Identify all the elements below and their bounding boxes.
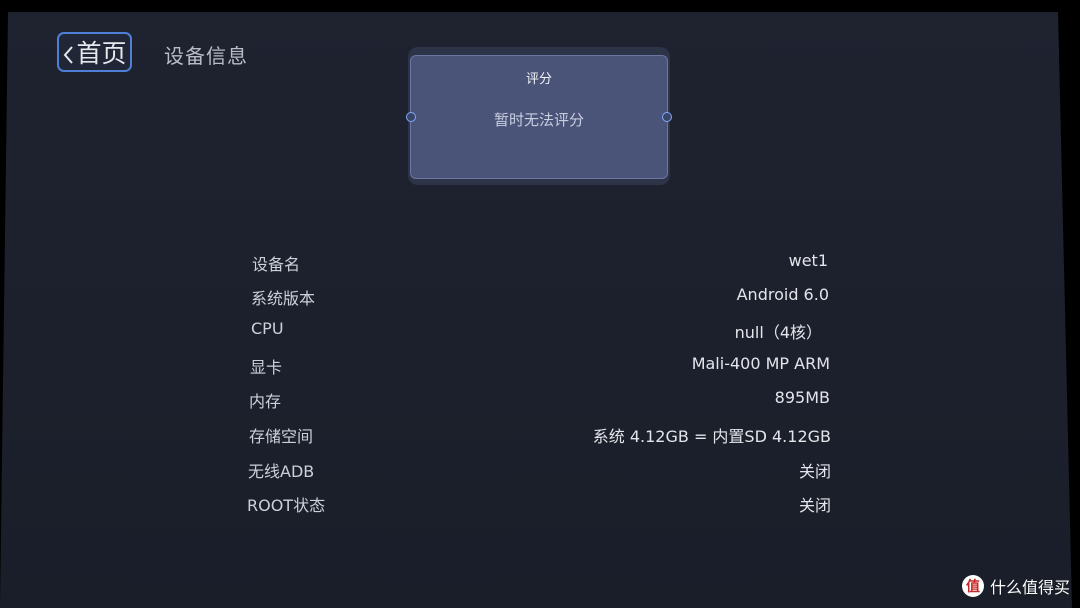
- watermark: 值 什么值得买: [961, 574, 1070, 598]
- info-value: wet1: [788, 251, 828, 270]
- info-row-cpu: CPU null（4核）: [251, 319, 822, 343]
- device-info-panel: 首页 设备信息 评分 暂时无法评分 设备名 wet1 系统版本 Android …: [0, 12, 1072, 608]
- info-value: null（4核）: [734, 323, 822, 342]
- score-title: 评分: [525, 72, 552, 87]
- info-value: 895MB: [774, 388, 830, 407]
- info-row-os-version: 系统版本 Android 6.0: [251, 285, 829, 309]
- info-row-memory: 内存 895MB: [249, 388, 830, 412]
- card-handle-left: [406, 112, 416, 122]
- back-home-button[interactable]: 首页: [57, 32, 132, 72]
- card-handle-right: [662, 112, 672, 122]
- info-value: Mali-400 MP ARM: [691, 354, 830, 373]
- score-message: 暂时无法评分: [493, 111, 584, 129]
- info-value: Android 6.0: [736, 285, 829, 304]
- info-value: 系统 4.12GB = 内置SD 4.12GB: [592, 427, 831, 446]
- watermark-text: 什么值得买: [989, 578, 1070, 597]
- chevron-left-icon: [62, 42, 74, 64]
- info-label: 系统版本: [251, 289, 316, 308]
- info-row-wireless-adb: 无线ADB 关闭: [248, 458, 831, 482]
- back-button-label: 首页: [76, 39, 127, 68]
- info-row-device-name: 设备名 wet1: [252, 251, 828, 275]
- info-label: 无线ADB: [248, 462, 315, 481]
- info-label: 显卡: [250, 358, 283, 377]
- page-title: 设备信息: [164, 44, 248, 68]
- info-row-storage: 存储空间 系统 4.12GB = 内置SD 4.12GB: [249, 423, 831, 447]
- info-label: ROOT状态: [247, 496, 326, 515]
- score-card[interactable]: 评分 暂时无法评分: [406, 55, 672, 179]
- screen: 首页 设备信息 评分 暂时无法评分 设备名 wet1 系统版本 Android …: [0, 0, 1080, 608]
- watermark-logo-icon: 值: [961, 575, 984, 597]
- info-value: 关闭: [798, 462, 831, 481]
- info-row-root-status: ROOT状态 关闭: [247, 492, 831, 516]
- info-label: CPU: [251, 319, 284, 338]
- info-label: 存储空间: [249, 427, 314, 446]
- info-label: 设备名: [252, 255, 301, 274]
- info-label: 内存: [249, 392, 282, 411]
- info-value: 关闭: [798, 496, 831, 515]
- info-row-gpu: 显卡 Mali-400 MP ARM: [250, 354, 830, 378]
